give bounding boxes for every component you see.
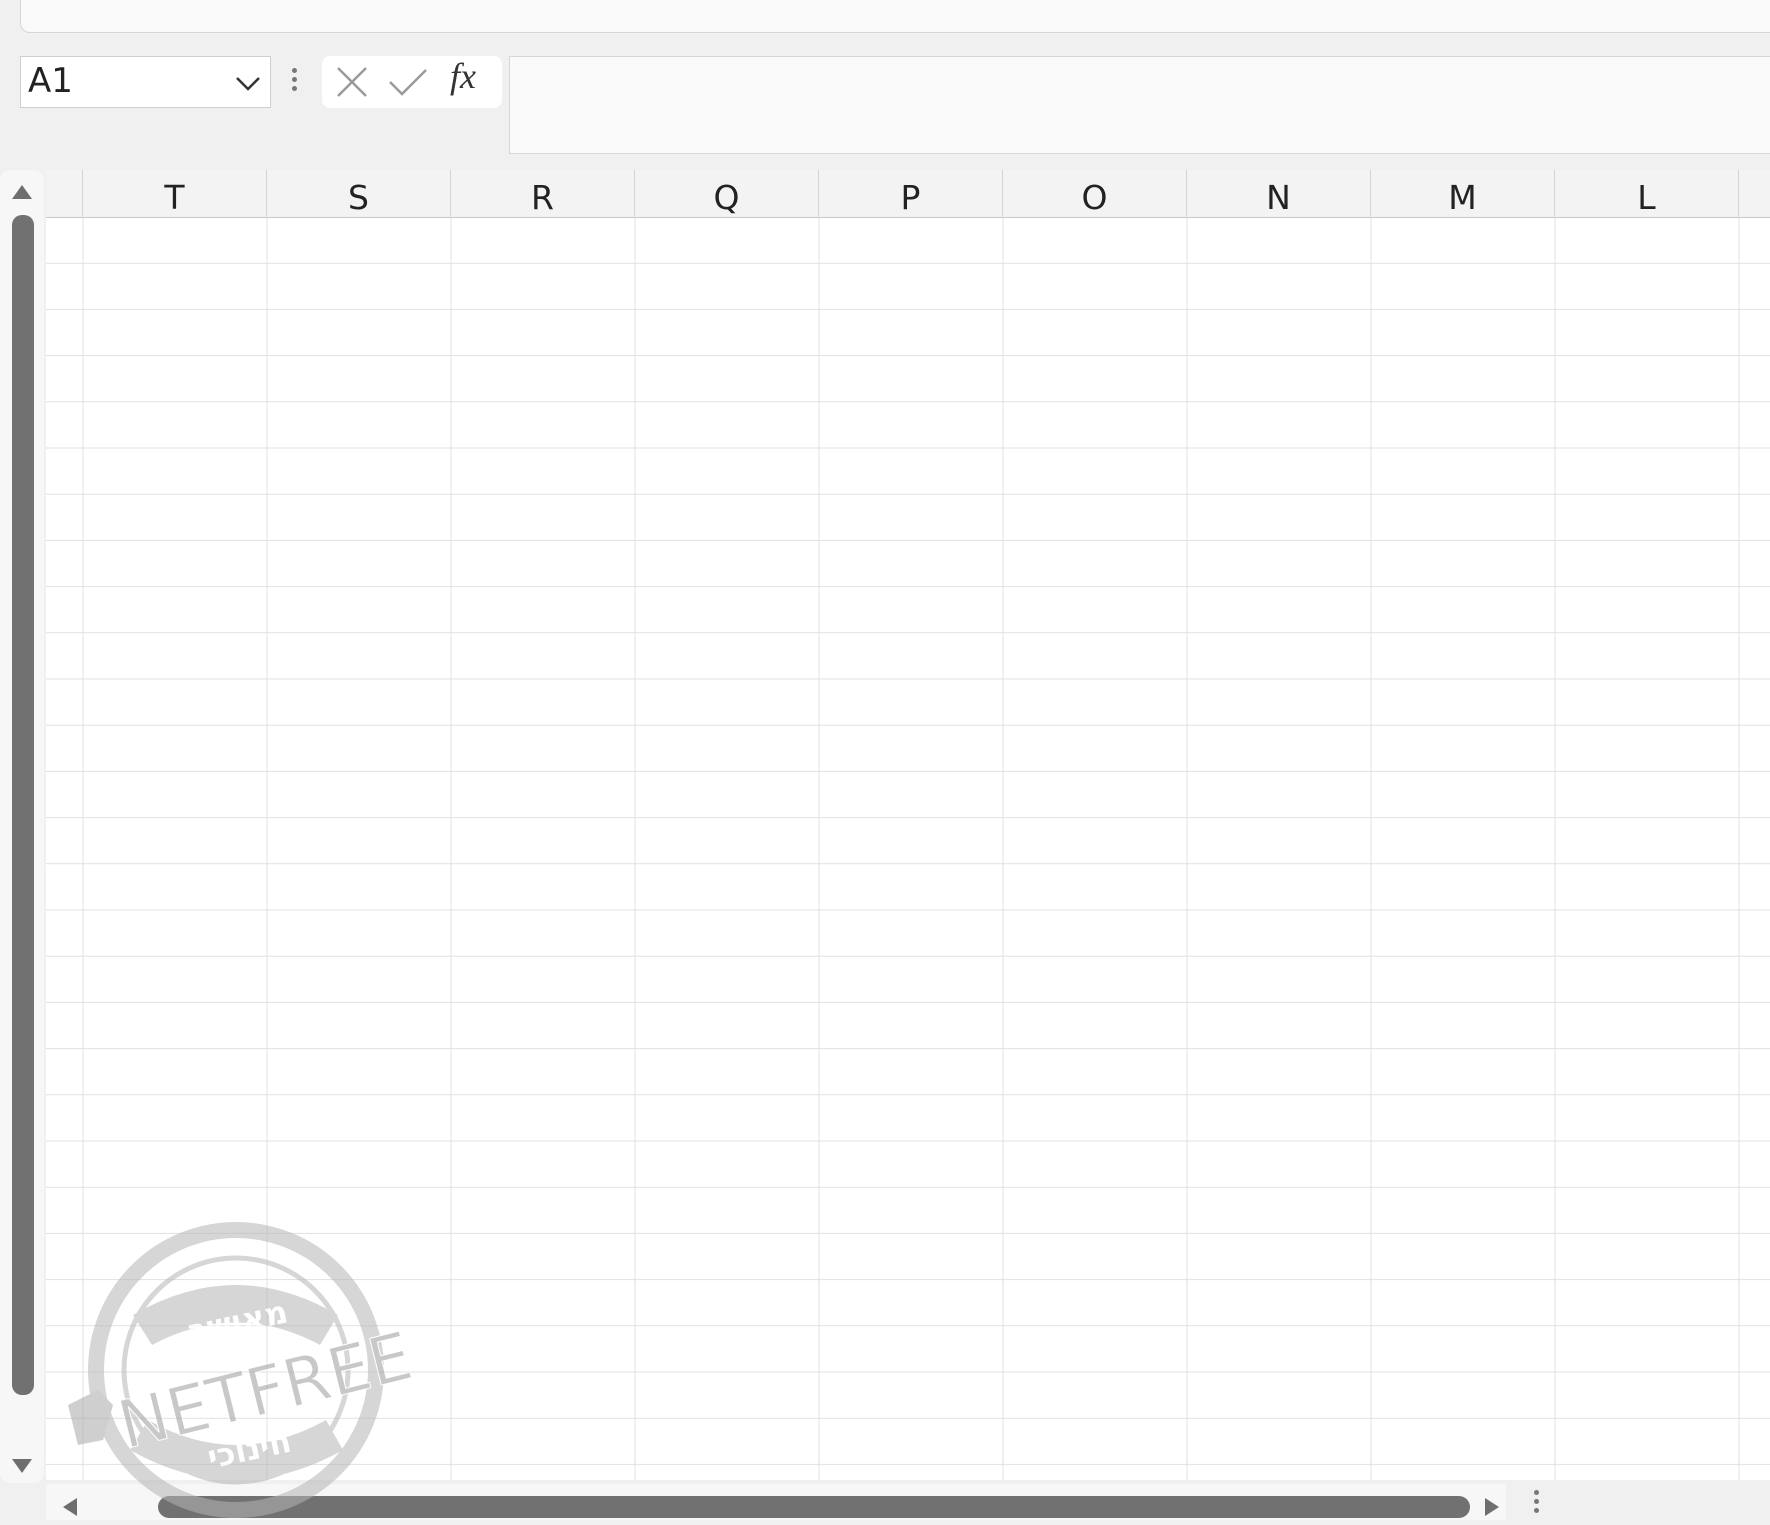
column-header-t[interactable]: T	[83, 170, 267, 217]
column-header-o[interactable]: O	[1003, 170, 1187, 217]
formula-bar-grip[interactable]	[290, 68, 298, 98]
column-header-m[interactable]: M	[1371, 170, 1555, 217]
column-header-p[interactable]: P	[819, 170, 1003, 217]
column-header-q[interactable]: Q	[635, 170, 819, 217]
scroll-down-arrow-icon[interactable]	[10, 1456, 34, 1476]
column-header-n[interactable]: N	[1187, 170, 1371, 217]
select-all-corner[interactable]	[46, 170, 83, 217]
chevron-down-icon[interactable]	[234, 71, 262, 95]
ribbon-bottom-edge	[20, 0, 1770, 33]
horizontal-scroll-thumb[interactable]	[158, 1496, 1470, 1518]
column-header-s[interactable]: S	[267, 170, 451, 217]
scroll-left-arrow-icon[interactable]	[60, 1496, 80, 1518]
column-header-l[interactable]: L	[1555, 170, 1739, 217]
check-icon[interactable]	[388, 64, 428, 100]
name-box-value: A1	[28, 61, 73, 101]
insert-function-button[interactable]: fx	[450, 55, 476, 97]
sheet-tab-splitter[interactable]	[1532, 1490, 1540, 1520]
horizontal-scrollbar[interactable]	[46, 1484, 1506, 1520]
scroll-up-arrow-icon[interactable]	[10, 182, 34, 202]
vertical-scroll-thumb[interactable]	[12, 215, 34, 1395]
scroll-right-arrow-icon[interactable]	[1482, 1496, 1502, 1518]
vertical-scrollbar[interactable]	[0, 170, 44, 1483]
cell-gridlines	[46, 217, 1770, 1480]
column-header-row: T S R Q P O N M L	[46, 170, 1770, 218]
name-box[interactable]: A1	[20, 56, 271, 108]
column-header-r[interactable]: R	[451, 170, 635, 217]
worksheet-grid[interactable]: T S R Q P O N M L	[46, 170, 1770, 1480]
close-icon[interactable]	[332, 64, 372, 100]
formula-input[interactable]	[509, 56, 1770, 154]
